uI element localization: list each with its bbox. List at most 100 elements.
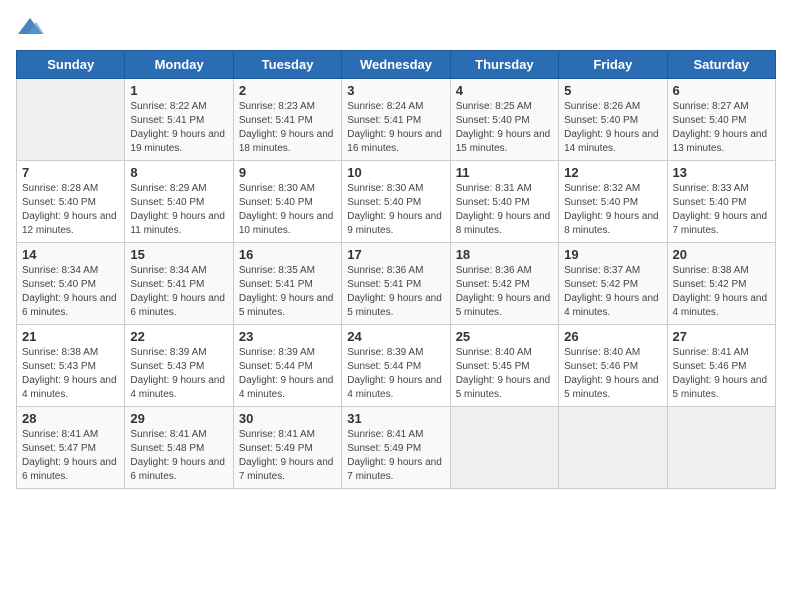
column-header-sunday: Sunday: [17, 51, 125, 79]
calendar-cell: 29 Sunrise: 8:41 AMSunset: 5:48 PMDayligh…: [125, 407, 233, 489]
cell-info: Sunrise: 8:33 AMSunset: 5:40 PMDaylight:…: [673, 182, 770, 238]
cell-info: Sunrise: 8:22 AMSunset: 5:41 PMDaylight:…: [130, 100, 227, 156]
calendar-cell: 6 Sunrise: 8:27 AMSunset: 5:40 PMDaylight…: [667, 79, 775, 161]
day-number: 18: [456, 247, 553, 262]
cell-info: Sunrise: 8:39 AMSunset: 5:43 PMDaylight:…: [130, 346, 227, 402]
calendar-cell: 2 Sunrise: 8:23 AMSunset: 5:41 PMDaylight…: [233, 79, 341, 161]
day-number: 30: [239, 411, 336, 426]
cell-info: Sunrise: 8:29 AMSunset: 5:40 PMDaylight:…: [130, 182, 227, 238]
calendar-cell: 21 Sunrise: 8:38 AMSunset: 5:43 PMDayligh…: [17, 325, 125, 407]
cell-info: Sunrise: 8:39 AMSunset: 5:44 PMDaylight:…: [347, 346, 444, 402]
cell-info: Sunrise: 8:39 AMSunset: 5:44 PMDaylight:…: [239, 346, 336, 402]
logo: [16, 16, 48, 38]
calendar-table: SundayMondayTuesdayWednesdayThursdayFrid…: [16, 50, 776, 489]
cell-info: Sunrise: 8:24 AMSunset: 5:41 PMDaylight:…: [347, 100, 444, 156]
day-number: 17: [347, 247, 444, 262]
calendar-cell: 28 Sunrise: 8:41 AMSunset: 5:47 PMDayligh…: [17, 407, 125, 489]
cell-info: Sunrise: 8:25 AMSunset: 5:40 PMDaylight:…: [456, 100, 553, 156]
cell-info: Sunrise: 8:38 AMSunset: 5:42 PMDaylight:…: [673, 264, 770, 320]
calendar-cell: 11 Sunrise: 8:31 AMSunset: 5:40 PMDayligh…: [450, 161, 558, 243]
calendar-cell: 7Sunrise: 8:28 AMSunset: 5:40 PMDaylight…: [17, 161, 125, 243]
calendar-cell: 27Sunrise: 8:41 AMSunset: 5:46 PMDayligh…: [667, 325, 775, 407]
calendar-cell: 9 Sunrise: 8:30 AMSunset: 5:40 PMDaylight…: [233, 161, 341, 243]
day-number: 1: [130, 83, 227, 98]
day-number: 3: [347, 83, 444, 98]
day-number: 21: [22, 329, 119, 344]
day-number: 11: [456, 165, 553, 180]
cell-info: Sunrise: 8:40 AMSunset: 5:45 PMDaylight:…: [456, 346, 553, 402]
day-number: 12: [564, 165, 661, 180]
cell-info: Sunrise: 8:41 AMSunset: 5:48 PMDaylight:…: [130, 428, 227, 484]
day-number: 31: [347, 411, 444, 426]
calendar-cell: 5 Sunrise: 8:26 AMSunset: 5:40 PMDaylight…: [559, 79, 667, 161]
day-number: 23: [239, 329, 336, 344]
cell-info: Sunrise: 8:41 AMSunset: 5:47 PMDaylight:…: [22, 428, 119, 484]
cell-info: Sunrise: 8:38 AMSunset: 5:43 PMDaylight:…: [22, 346, 119, 402]
calendar-cell: 18 Sunrise: 8:36 AMSunset: 5:42 PMDayligh…: [450, 243, 558, 325]
cell-info: Sunrise: 8:36 AMSunset: 5:41 PMDaylight:…: [347, 264, 444, 320]
day-number: 2: [239, 83, 336, 98]
cell-info: Sunrise: 8:32 AMSunset: 5:40 PMDaylight:…: [564, 182, 661, 238]
column-header-monday: Monday: [125, 51, 233, 79]
calendar-cell: 13 Sunrise: 8:33 AMSunset: 5:40 PMDayligh…: [667, 161, 775, 243]
day-number: 4: [456, 83, 553, 98]
cell-info: Sunrise: 8:30 AMSunset: 5:40 PMDaylight:…: [347, 182, 444, 238]
column-header-friday: Friday: [559, 51, 667, 79]
day-number: 25: [456, 329, 553, 344]
column-header-wednesday: Wednesday: [342, 51, 450, 79]
calendar-cell: [559, 407, 667, 489]
calendar-cell: 26 Sunrise: 8:40 AMSunset: 5:46 PMDayligh…: [559, 325, 667, 407]
day-number: 26: [564, 329, 661, 344]
day-number: 22: [130, 329, 227, 344]
cell-info: Sunrise: 8:34 AMSunset: 5:41 PMDaylight:…: [130, 264, 227, 320]
calendar-cell: 24 Sunrise: 8:39 AMSunset: 5:44 PMDayligh…: [342, 325, 450, 407]
calendar-cell: 22 Sunrise: 8:39 AMSunset: 5:43 PMDayligh…: [125, 325, 233, 407]
column-header-thursday: Thursday: [450, 51, 558, 79]
cell-info: Sunrise: 8:40 AMSunset: 5:46 PMDaylight:…: [564, 346, 661, 402]
calendar-cell: [17, 79, 125, 161]
cell-info: Sunrise: 8:37 AMSunset: 5:42 PMDaylight:…: [564, 264, 661, 320]
calendar-cell: 20 Sunrise: 8:38 AMSunset: 5:42 PMDayligh…: [667, 243, 775, 325]
day-number: 24: [347, 329, 444, 344]
cell-info: Sunrise: 8:41 AMSunset: 5:46 PMDaylight:…: [673, 346, 770, 402]
cell-info: Sunrise: 8:31 AMSunset: 5:40 PMDaylight:…: [456, 182, 553, 238]
calendar-cell: [450, 407, 558, 489]
day-number: 9: [239, 165, 336, 180]
calendar-cell: 10 Sunrise: 8:30 AMSunset: 5:40 PMDayligh…: [342, 161, 450, 243]
calendar-cell: 15Sunrise: 8:34 AMSunset: 5:41 PMDayligh…: [125, 243, 233, 325]
calendar-cell: 19 Sunrise: 8:37 AMSunset: 5:42 PMDayligh…: [559, 243, 667, 325]
cell-info: Sunrise: 8:30 AMSunset: 5:40 PMDaylight:…: [239, 182, 336, 238]
calendar-cell: 8 Sunrise: 8:29 AMSunset: 5:40 PMDaylight…: [125, 161, 233, 243]
calendar-cell: 16Sunrise: 8:35 AMSunset: 5:41 PMDayligh…: [233, 243, 341, 325]
cell-info: Sunrise: 8:23 AMSunset: 5:41 PMDaylight:…: [239, 100, 336, 156]
calendar-cell: 31 Sunrise: 8:41 AMSunset: 5:49 PMDayligh…: [342, 407, 450, 489]
logo-icon: [16, 16, 44, 38]
calendar-cell: 3 Sunrise: 8:24 AMSunset: 5:41 PMDaylight…: [342, 79, 450, 161]
day-number: 20: [673, 247, 770, 262]
calendar-cell: 30Sunrise: 8:41 AMSunset: 5:49 PMDayligh…: [233, 407, 341, 489]
cell-info: Sunrise: 8:41 AMSunset: 5:49 PMDaylight:…: [347, 428, 444, 484]
day-number: 29: [130, 411, 227, 426]
day-number: 7: [22, 165, 119, 180]
calendar-cell: 17 Sunrise: 8:36 AMSunset: 5:41 PMDayligh…: [342, 243, 450, 325]
day-number: 6: [673, 83, 770, 98]
day-number: 28: [22, 411, 119, 426]
header: [16, 16, 776, 38]
day-number: 8: [130, 165, 227, 180]
column-header-tuesday: Tuesday: [233, 51, 341, 79]
calendar-cell: [667, 407, 775, 489]
cell-info: Sunrise: 8:34 AMSunset: 5:40 PMDaylight:…: [22, 264, 119, 320]
day-number: 5: [564, 83, 661, 98]
cell-info: Sunrise: 8:27 AMSunset: 5:40 PMDaylight:…: [673, 100, 770, 156]
calendar-cell: 12 Sunrise: 8:32 AMSunset: 5:40 PMDayligh…: [559, 161, 667, 243]
calendar-cell: 1 Sunrise: 8:22 AMSunset: 5:41 PMDaylight…: [125, 79, 233, 161]
cell-info: Sunrise: 8:26 AMSunset: 5:40 PMDaylight:…: [564, 100, 661, 156]
column-header-saturday: Saturday: [667, 51, 775, 79]
day-number: 13: [673, 165, 770, 180]
day-number: 14: [22, 247, 119, 262]
calendar-cell: 23 Sunrise: 8:39 AMSunset: 5:44 PMDayligh…: [233, 325, 341, 407]
day-number: 10: [347, 165, 444, 180]
day-number: 19: [564, 247, 661, 262]
calendar-cell: 4 Sunrise: 8:25 AMSunset: 5:40 PMDaylight…: [450, 79, 558, 161]
cell-info: Sunrise: 8:36 AMSunset: 5:42 PMDaylight:…: [456, 264, 553, 320]
